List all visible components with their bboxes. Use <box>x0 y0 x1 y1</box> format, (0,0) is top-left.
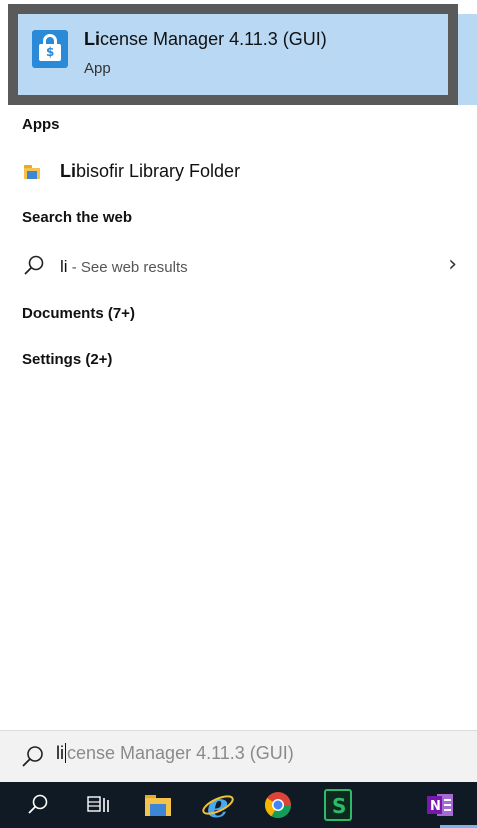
search-typed-text: li <box>56 743 64 763</box>
best-match-title-rest: cense Manager 4.11.3 (GUI) <box>100 29 327 49</box>
documents-section-header[interactable]: Documents (7+) <box>22 305 135 322</box>
search-icon <box>28 794 48 814</box>
svg-text:e: e <box>207 789 229 821</box>
apps-section-header: Apps <box>22 116 60 133</box>
best-match-highlight-extension <box>458 14 477 105</box>
best-match-result[interactable]: $ License Manager 4.11.3 (GUI) App <box>8 4 458 105</box>
file-explorer-icon <box>145 795 171 816</box>
taskbar-internet-explorer[interactable]: e <box>188 782 248 828</box>
search-box[interactable]: li cense Manager 4.11.3 (GUI) <box>0 730 477 782</box>
folder-icon <box>24 165 40 179</box>
taskbar-file-explorer[interactable] <box>128 782 188 828</box>
best-match-title: License Manager 4.11.3 (GUI) <box>84 29 327 50</box>
taskbar-task-view-button[interactable] <box>68 782 128 828</box>
taskbar-onenote[interactable]: N <box>410 782 470 828</box>
svg-text:S: S <box>332 794 346 818</box>
taskbar-green-app[interactable]: S <box>308 782 368 828</box>
task-view-icon <box>87 796 109 812</box>
taskbar-chrome[interactable] <box>248 782 308 828</box>
app-result-label: Libisofir Library Folder <box>60 161 240 182</box>
lock-icon: $ <box>32 30 68 68</box>
green-s-app-icon: S <box>324 789 352 821</box>
search-results-panel: $ License Manager 4.11.3 (GUI) App Apps … <box>0 0 477 730</box>
best-match-title-match: Li <box>84 29 100 49</box>
best-match-type: App <box>84 60 111 77</box>
web-query: li <box>60 257 68 276</box>
internet-explorer-icon: e <box>202 789 234 821</box>
settings-section-header[interactable]: Settings (2+) <box>22 351 112 368</box>
web-search-result[interactable]: li - See web results › <box>0 246 477 286</box>
onenote-icon: N <box>427 794 453 816</box>
text-caret <box>65 743 66 763</box>
web-result-label: li - See web results <box>60 256 188 277</box>
search-autocomplete: cense Manager 4.11.3 (GUI) <box>67 743 294 763</box>
search-icon <box>24 255 44 275</box>
chrome-icon <box>264 792 292 819</box>
search-input[interactable]: li cense Manager 4.11.3 (GUI) <box>56 743 466 771</box>
app-result-match: Li <box>60 161 76 181</box>
web-section-header: Search the web <box>22 209 133 226</box>
svg-text:N: N <box>430 799 441 814</box>
search-icon <box>22 746 43 767</box>
taskbar: e S N <box>0 782 477 828</box>
taskbar-search-button[interactable] <box>8 782 68 828</box>
web-hint: - See web results <box>67 259 188 276</box>
app-result-rest: bisofir Library Folder <box>76 161 241 181</box>
chevron-right-icon: › <box>448 252 457 277</box>
app-result-libisofir[interactable]: Libisofir Library Folder <box>0 152 477 192</box>
